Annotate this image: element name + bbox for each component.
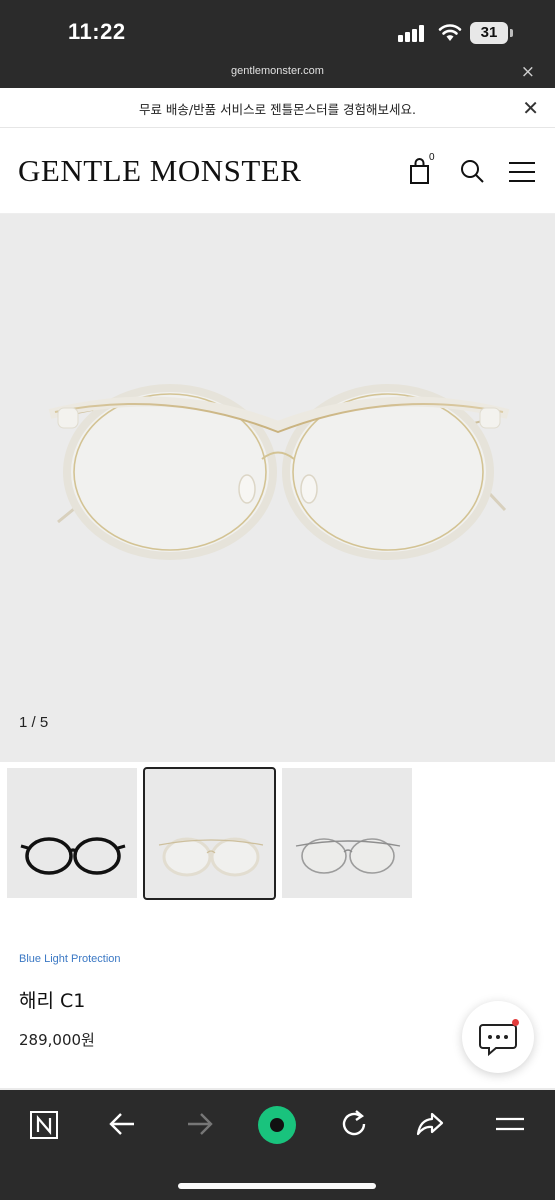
glasses-image <box>48 384 510 560</box>
thumbnail-black-frame[interactable] <box>7 768 137 898</box>
chat-bubble-icon <box>479 1024 517 1057</box>
bag-count: 0 <box>429 152 435 163</box>
share-icon[interactable] <box>412 1106 448 1142</box>
silver-glasses-icon <box>295 838 401 874</box>
thumbnail-strip <box>0 762 555 912</box>
chat-notification-badge <box>512 1019 519 1026</box>
clear-glasses-icon <box>158 837 264 877</box>
search-icon[interactable] <box>458 157 486 185</box>
black-glasses-icon <box>20 837 126 875</box>
product-image-gallery[interactable]: 1 / 5 <box>0 214 555 762</box>
close-url-icon[interactable]: × <box>521 62 535 82</box>
site-header: GENTLE MONSTER 0 <box>0 128 555 214</box>
promo-banner: 무료 배송/반품 서비스로 젠틀몬스터를 경험해보세요. ✕ <box>0 88 555 128</box>
menu-icon[interactable] <box>492 1106 528 1142</box>
home-indicator <box>178 1183 376 1189</box>
site-logo[interactable]: GENTLE MONSTER <box>18 153 301 189</box>
clock: 11:22 <box>68 19 126 44</box>
close-promo-icon[interactable]: ✕ <box>522 96 539 120</box>
url-text[interactable]: gentlemonster.com <box>0 65 555 77</box>
naver-n-icon[interactable] <box>27 1106 63 1142</box>
product-price: 289,000원 <box>19 1031 95 1049</box>
product-tag: Blue Light Protection <box>19 953 121 965</box>
chat-button[interactable] <box>462 1001 534 1073</box>
green-home-icon[interactable] <box>256 1104 298 1146</box>
status-bar: 11:22 31 <box>0 0 555 58</box>
promo-text: 무료 배송/반품 서비스로 젠틀몬스터를 경험해보세요. <box>138 102 417 117</box>
hamburger-menu-icon[interactable] <box>508 161 536 183</box>
thumbnail-silver-frame[interactable] <box>282 768 412 898</box>
refresh-icon[interactable] <box>336 1106 372 1142</box>
browser-url-bar[interactable]: gentlemonster.com × <box>0 58 555 88</box>
forward-icon[interactable] <box>182 1106 218 1142</box>
image-counter: 1 / 5 <box>19 714 49 731</box>
product-name: 해리 C1 <box>19 990 86 1012</box>
thumbnail-clear-frame[interactable] <box>143 767 276 900</box>
wifi-icon <box>438 24 462 41</box>
cellular-signal-icon <box>398 24 428 42</box>
battery-indicator: 31 <box>470 22 513 44</box>
back-icon[interactable] <box>104 1106 140 1142</box>
